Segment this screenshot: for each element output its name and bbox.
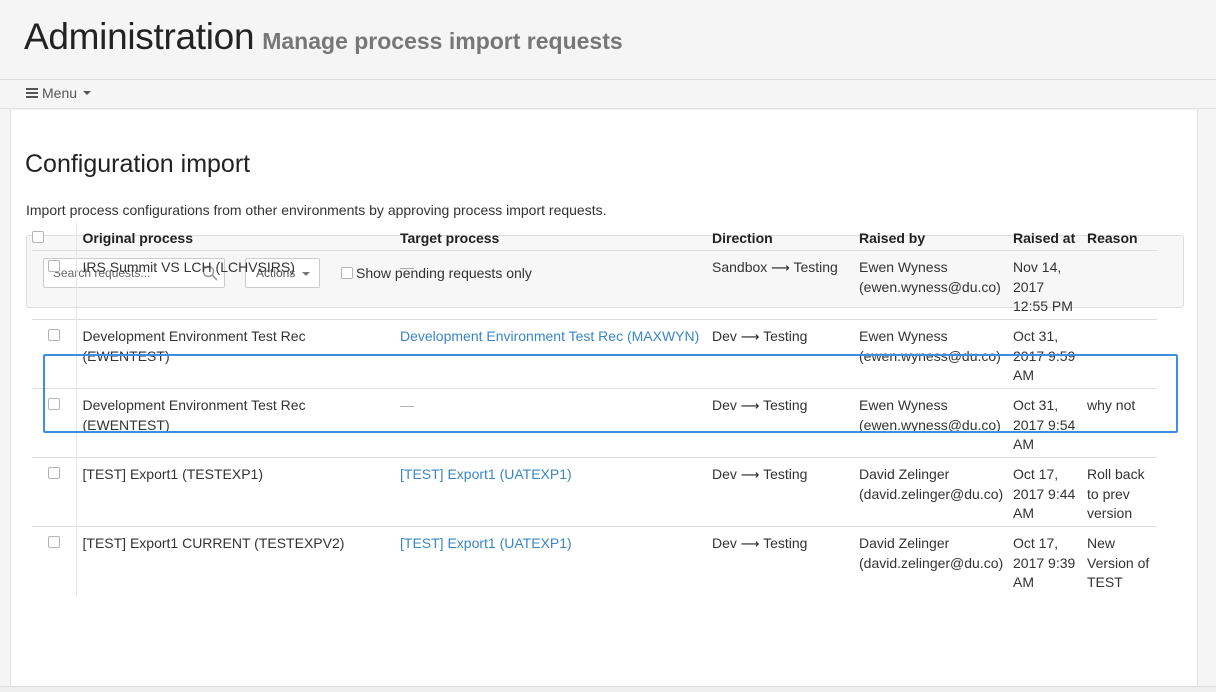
direction-to: Testing [763, 328, 808, 344]
direction-from: Dev [712, 535, 737, 551]
row-select-cell [32, 250, 77, 320]
reason-cell [1087, 250, 1157, 320]
original-process-cell: [TEST] Export1 CURRENT (TESTEXPV2) [76, 526, 400, 596]
menu-label: Menu [42, 85, 78, 101]
menu-bar: Menu [0, 80, 1216, 109]
raised-by-name: Ewen Wyness [859, 397, 948, 413]
hamburger-icon [26, 88, 38, 98]
row-checkbox[interactable] [47, 536, 60, 548]
raised-by-name: David Zelinger [859, 466, 950, 482]
menu-button[interactable]: Menu [26, 85, 92, 101]
reason-cell: New Version of TEST [1087, 526, 1157, 596]
row-checkbox[interactable] [47, 260, 60, 272]
raised-by-cell: David Zelinger (david.zelinger@du.co) [859, 526, 1013, 596]
row-select-cell [32, 526, 77, 596]
page-subtitle: Manage process import requests [262, 28, 623, 54]
direction-cell: Dev ⟶ Testing [712, 526, 859, 596]
bottom-edge [0, 686, 1216, 692]
row-select-cell [32, 457, 77, 527]
top-header: Administration Manage process import requ… [0, 0, 1216, 80]
raised-by-email: (ewen.wyness@du.co) [859, 278, 1001, 295]
direction-from: Sandbox [712, 259, 768, 275]
direction-to: Testing [763, 466, 808, 482]
target-process-cell: — [400, 388, 712, 458]
raised-by-email: (ewen.wyness@du.co) [859, 416, 1001, 433]
direction-to: Testing [763, 397, 808, 413]
arrow-right-icon: ⟶ [740, 329, 760, 344]
arrow-right-icon: ⟶ [740, 398, 760, 413]
target-process-cell: — [400, 250, 712, 320]
direction-cell: Dev ⟶ Testing [712, 457, 859, 527]
original-process-cell: IRS Summit VS LCH (LCHVSIRS) [76, 250, 400, 320]
section-description: Import process configurations from other… [26, 202, 607, 218]
direction-from: Dev [712, 397, 737, 413]
original-process-cell: [TEST] Export1 (TESTEXP1) [76, 457, 400, 527]
arrow-right-icon: ⟶ [740, 536, 760, 551]
raised-by-name: David Zelinger [859, 535, 950, 551]
caret-down-icon [83, 91, 92, 95]
row-checkbox[interactable] [47, 329, 60, 341]
direction-cell: Dev ⟶ Testing [712, 319, 859, 389]
table-row[interactable]: [TEST] Export1 CURRENT (TESTEXPV2) [TEST… [32, 526, 1157, 596]
raised-at-cell: Nov 14, 2017 12:55 PM [1013, 250, 1087, 320]
raised-by-email: (david.zelinger@du.co) [859, 554, 1004, 571]
direction-from: Dev [712, 466, 737, 482]
raised-by-cell: David Zelinger (david.zelinger@du.co) [859, 457, 1013, 527]
table-header-row: Original process Target process Directio… [32, 223, 1157, 251]
select-all-checkbox[interactable] [32, 231, 44, 243]
direction-to: Testing [763, 535, 808, 551]
page-title: Administration [24, 16, 255, 57]
requests-table: Original process Target process Directio… [32, 223, 1157, 596]
direction-to: Testing [793, 259, 838, 275]
column-header-raised-by[interactable]: Raised by [859, 223, 1013, 251]
original-process-cell: Development Environment Test Rec (EWENTE… [76, 319, 400, 389]
column-header-original[interactable]: Original process [76, 223, 400, 251]
arrow-right-icon: ⟶ [740, 467, 760, 482]
select-all-cell [32, 223, 77, 251]
target-process-link[interactable]: Development Environment Test Rec (MAXWYN… [400, 319, 712, 389]
table-row[interactable]: Development Environment Test Rec (EWENTE… [32, 388, 1157, 458]
direction-cell: Dev ⟶ Testing [712, 388, 859, 458]
column-header-reason[interactable]: Reason [1087, 223, 1157, 251]
reason-cell [1087, 319, 1157, 389]
row-select-cell [32, 319, 77, 389]
raised-by-email: (ewen.wyness@du.co) [859, 347, 1001, 364]
page-heading: Administration Manage process import requ… [24, 16, 623, 58]
raised-by-name: Ewen Wyness [859, 259, 948, 275]
column-header-raised-at[interactable]: Raised at [1013, 223, 1087, 251]
raised-at-cell: Oct 31, 2017 9:59 AM [1013, 319, 1087, 389]
arrow-right-icon: ⟶ [771, 260, 790, 275]
row-select-cell [32, 388, 77, 458]
target-process-link[interactable]: [TEST] Export1 (UATEXP1) [400, 457, 712, 527]
table-row[interactable]: [TEST] Export1 (TESTEXP1) [TEST] Export1… [32, 457, 1157, 527]
table-row[interactable]: IRS Summit VS LCH (LCHVSIRS) — Sandbox ⟶… [32, 250, 1157, 320]
reason-cell: Roll back to prev version [1087, 457, 1157, 527]
row-checkbox[interactable] [47, 398, 60, 410]
raised-by-cell: Ewen Wyness (ewen.wyness@du.co) [859, 319, 1013, 389]
raised-at-cell: Oct 17, 2017 9:44 AM [1013, 457, 1087, 527]
original-process-cell: Development Environment Test Rec (EWENTE… [76, 388, 400, 458]
raised-at-cell: Oct 31, 2017 9:54 AM [1013, 388, 1087, 458]
target-process-link[interactable]: [TEST] Export1 (UATEXP1) [400, 526, 712, 596]
raised-by-cell: Ewen Wyness (ewen.wyness@du.co) [859, 388, 1013, 458]
raised-by-email: (david.zelinger@du.co) [859, 485, 1004, 502]
direction-from: Dev [712, 328, 737, 344]
raised-by-cell: Ewen Wyness (ewen.wyness@du.co) [859, 250, 1013, 320]
row-checkbox[interactable] [47, 467, 60, 479]
table-row[interactable]: Development Environment Test Rec (EWENTE… [32, 319, 1157, 389]
section-title: Configuration import [25, 150, 251, 178]
direction-cell: Sandbox ⟶ Testing [712, 250, 859, 320]
raised-at-cell: Oct 17, 2017 9:39 AM [1013, 526, 1087, 596]
column-header-direction[interactable]: Direction [712, 223, 859, 251]
raised-by-name: Ewen Wyness [859, 328, 948, 344]
column-header-target[interactable]: Target process [400, 223, 712, 251]
reason-cell: why not [1087, 388, 1157, 458]
